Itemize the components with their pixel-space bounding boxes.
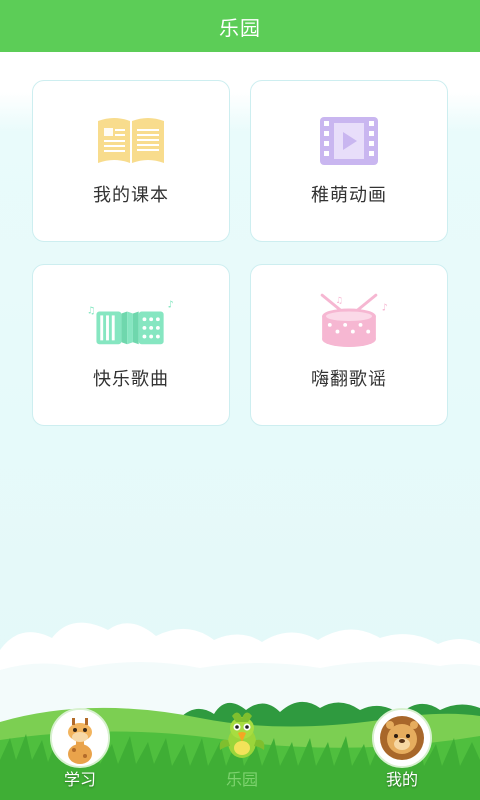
card-label: 我的课本 — [93, 185, 169, 206]
card-cartoon[interactable]: 稚萌动画 — [250, 80, 448, 242]
svg-text:♫: ♫ — [336, 296, 344, 306]
lion-avatar-icon — [372, 708, 432, 768]
tab-park[interactable]: 乐园 — [196, 708, 288, 800]
tab-mine[interactable]: 我的 — [356, 708, 448, 800]
card-label: 快乐歌曲 — [93, 369, 169, 390]
parrot-avatar-icon — [214, 708, 270, 764]
card-happy-songs[interactable]: ♫ ♪ 快乐歌曲 — [32, 264, 230, 426]
open-book-icon — [98, 118, 164, 163]
tab-label: 我的 — [385, 770, 418, 789]
video-film-icon — [320, 117, 378, 165]
tab-study[interactable]: 学习 — [34, 708, 126, 800]
card-my-textbook[interactable]: 我的课本 — [32, 80, 230, 242]
accordion-icon: ♫ ♪ — [87, 300, 174, 345]
page-title: 乐园 — [219, 15, 261, 40]
svg-text:♫: ♫ — [87, 305, 96, 316]
svg-text:♪: ♪ — [167, 300, 173, 311]
card-label: 稚萌动画 — [311, 185, 387, 206]
giraffe-avatar-icon — [50, 708, 110, 768]
card-label: 嗨翻歌谣 — [311, 369, 387, 390]
card-fun-rhymes[interactable]: ♪ ♫ 嗨翻歌谣 — [250, 264, 448, 426]
tab-label: 乐园 — [225, 770, 258, 789]
drum-icon: ♪ ♫ — [320, 293, 388, 347]
svg-text:♪: ♪ — [382, 302, 388, 313]
bottom-tab-bar: 学习 乐园 我的 — [0, 700, 480, 800]
tab-label: 学习 — [63, 770, 96, 789]
app-header: 乐园 — [0, 0, 480, 52]
